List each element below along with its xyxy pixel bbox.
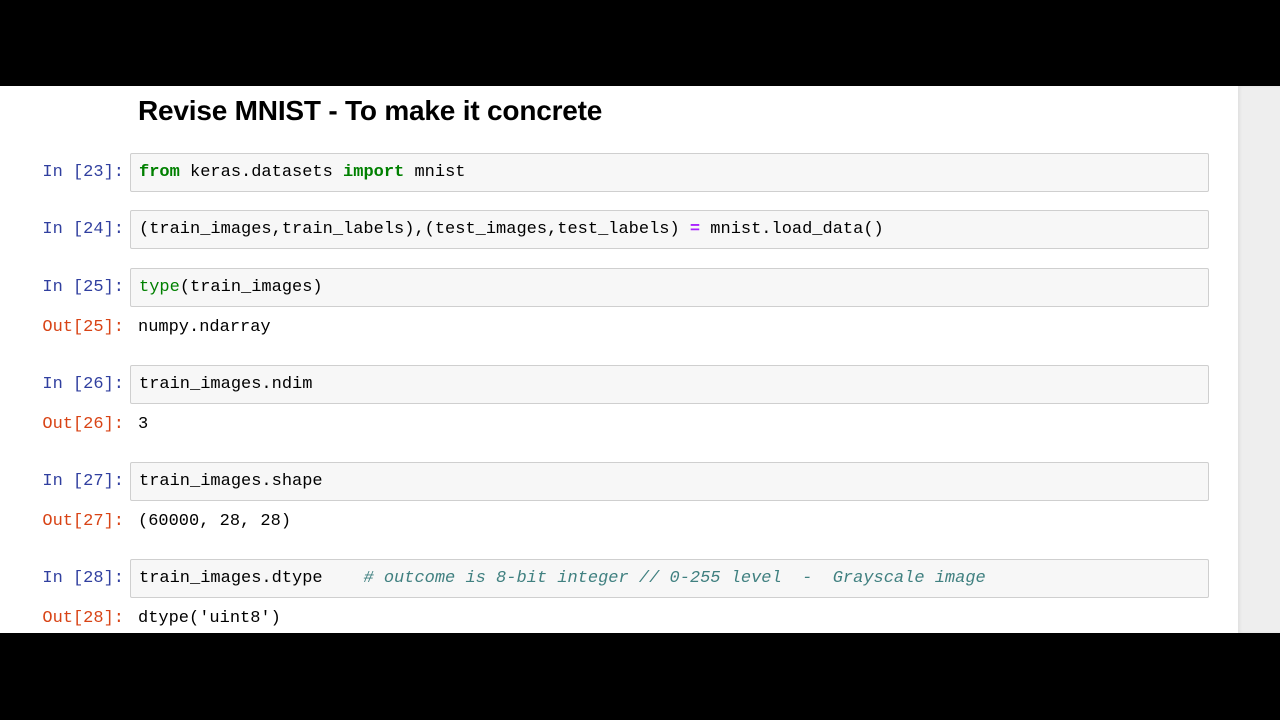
code-cell-24[interactable]: (train_images,train_labels),(test_images…	[130, 210, 1209, 249]
code-cell-26[interactable]: train_images.ndim	[130, 365, 1209, 404]
notebook-area: Revise MNIST - To make it concrete In [2…	[0, 86, 1280, 633]
module-name: keras.datasets	[179, 163, 344, 182]
code-cell-25[interactable]: type(train_images)	[130, 268, 1209, 307]
code-line-28[interactable]: train_images.dtype # outcome is 8-bit in…	[139, 569, 986, 589]
code-line-24[interactable]: (train_images,train_labels),(test_images…	[139, 220, 884, 240]
assignment-operator: =	[689, 220, 701, 239]
input-prompt-27: In [27]:	[42, 472, 124, 491]
input-prompt-25: In [25]:	[42, 278, 124, 297]
dtype-expression: train_images.dtype	[139, 569, 364, 588]
output-prompt-26: Out[26]:	[42, 415, 124, 434]
type-args: (train_images)	[179, 278, 323, 297]
code-cell-28[interactable]: train_images.dtype # outcome is 8-bit in…	[130, 559, 1209, 598]
code-line-26[interactable]: train_images.ndim	[139, 375, 312, 395]
output-26: 3	[138, 415, 149, 434]
output-prompt-27: Out[27]:	[42, 512, 124, 531]
assignment-targets: (train_images,train_labels),(test_images…	[139, 220, 690, 239]
output-prompt-28: Out[28]:	[42, 609, 124, 628]
output-prompt-25: Out[25]:	[42, 318, 124, 337]
builtin-type: type	[139, 278, 180, 297]
right-gutter	[1238, 86, 1280, 633]
code-line-25[interactable]: type(train_images)	[139, 278, 323, 298]
code-cell-27[interactable]: train_images.shape	[130, 462, 1209, 501]
input-prompt-26: In [26]:	[42, 375, 124, 394]
load-data-call: mnist.load_data()	[700, 220, 884, 239]
code-cell-23[interactable]: from keras.datasets import mnist	[130, 153, 1209, 192]
keyword-from: from	[139, 163, 180, 182]
input-prompt-24: In [24]:	[42, 220, 124, 239]
code-line-23[interactable]: from keras.datasets import mnist	[139, 163, 465, 183]
output-25: numpy.ndarray	[138, 318, 271, 337]
imported-name: mnist	[404, 163, 466, 182]
code-comment: # outcome is 8-bit integer // 0-255 leve…	[363, 569, 986, 588]
input-prompt-23: In [23]:	[42, 163, 124, 182]
input-prompt-28: In [28]:	[42, 569, 124, 588]
output-28: dtype('uint8')	[138, 609, 281, 628]
keyword-import: import	[343, 163, 405, 182]
video-frame: Revise MNIST - To make it concrete In [2…	[0, 0, 1280, 720]
markdown-heading: Revise MNIST - To make it concrete	[138, 95, 603, 126]
notebook-sheet: Revise MNIST - To make it concrete In [2…	[0, 86, 1238, 633]
code-line-27[interactable]: train_images.shape	[139, 472, 323, 492]
output-27: (60000, 28, 28)	[138, 512, 292, 531]
